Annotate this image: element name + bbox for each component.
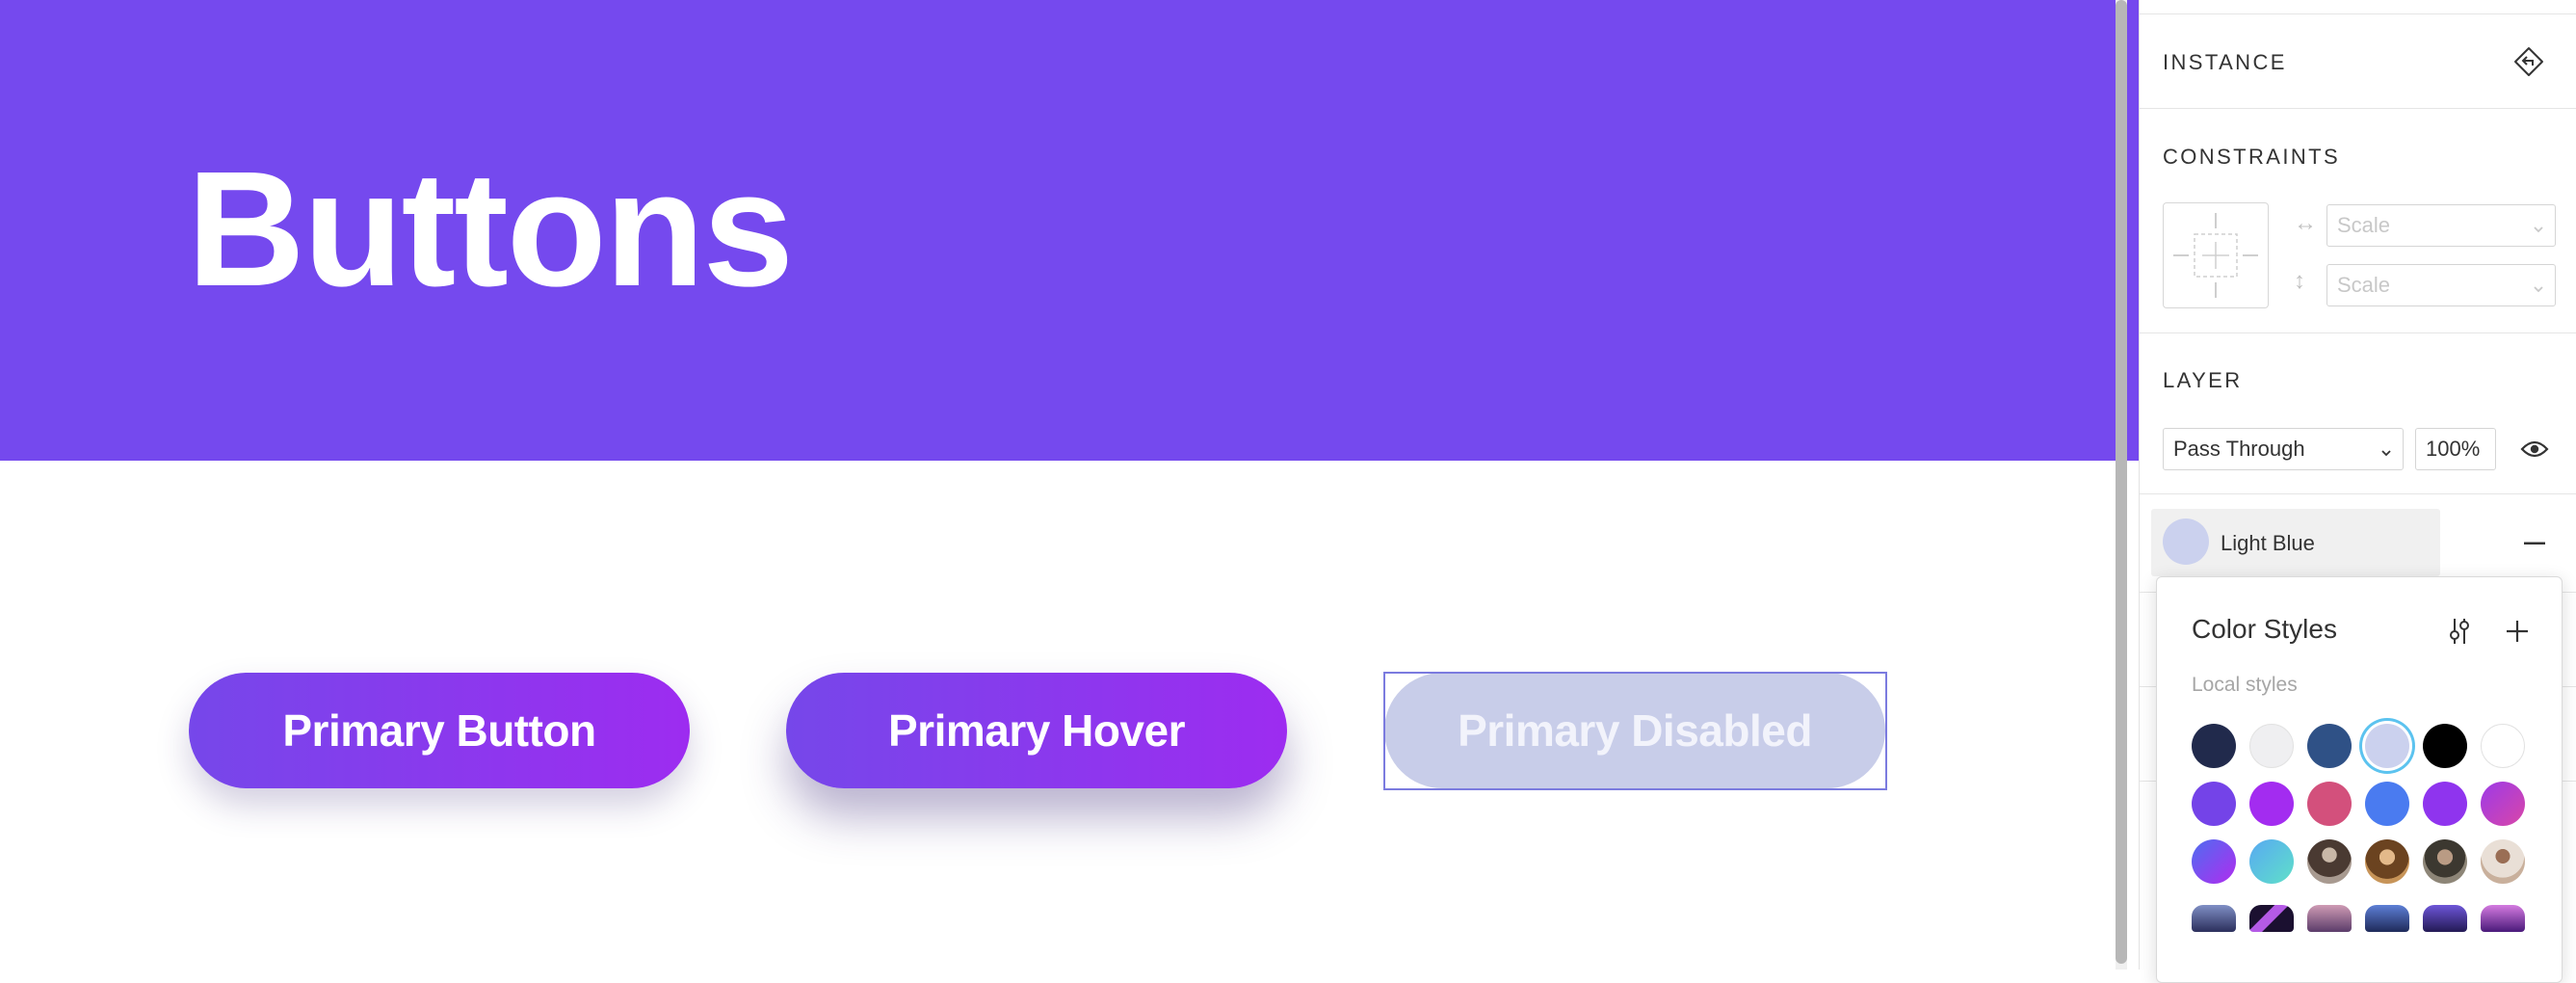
horizontal-constraint-icon: ↔ [2294, 210, 2317, 236]
vertical-constraint-icon: ↕ [2294, 268, 2305, 294]
opacity-input[interactable]: 100% [2415, 428, 2496, 470]
color-style-swatch-black[interactable] [2423, 724, 2467, 768]
color-style-swatch-violet[interactable] [2249, 782, 2294, 826]
image-style-4-icon[interactable] [2365, 905, 2409, 932]
color-style-swatch-purple-2[interactable] [2423, 782, 2467, 826]
remove-fill-icon[interactable] [2513, 532, 2556, 555]
local-styles-label: Local styles [2192, 674, 2298, 696]
add-style-icon[interactable] [2500, 614, 2535, 649]
page-title: Buttons [187, 138, 794, 321]
blend-mode-dropdown[interactable]: Pass Through [2163, 428, 2404, 470]
opacity-value: 100% [2426, 437, 2481, 461]
constraints-section-title: CONSTRAINTS [2163, 145, 2341, 169]
color-style-swatch-dark-navy[interactable] [2192, 724, 2236, 768]
gradient-style-swatch-blue-teal[interactable] [2249, 839, 2294, 884]
image-style-2-icon[interactable] [2249, 905, 2294, 932]
color-style-swatch-pink[interactable] [2307, 782, 2352, 826]
horizontal-constraint-value: Scale [2337, 213, 2391, 237]
color-style-swatch-light-gray[interactable] [2249, 724, 2294, 768]
color-style-swatch-blue[interactable] [2365, 782, 2409, 826]
instance-section-title: INSTANCE [2163, 50, 2287, 74]
constraints-widget[interactable] [2163, 202, 2269, 308]
horizontal-constraint-dropdown[interactable]: Scale [2326, 204, 2556, 247]
hero-banner[interactable]: Buttons [0, 0, 2139, 461]
color-style-swatch-light-blue-selected[interactable] [2365, 724, 2409, 768]
portrait-photo-2-icon[interactable] [2365, 839, 2409, 884]
color-styles-popover: Color Styles Local styles [2156, 576, 2563, 983]
divider [2140, 332, 2576, 333]
detach-instance-icon[interactable] [2510, 42, 2548, 81]
vertical-constraint-dropdown[interactable]: Scale [2326, 264, 2556, 306]
chevron-down-icon [2532, 277, 2545, 302]
adjust-styles-icon[interactable] [2442, 614, 2477, 649]
selection-outline [1383, 672, 1887, 790]
portrait-photo-1-icon[interactable] [2307, 839, 2352, 884]
color-style-swatch-purple[interactable] [2192, 782, 2236, 826]
eye-icon[interactable] [2515, 434, 2554, 465]
portrait-photo-4-icon[interactable] [2481, 839, 2525, 884]
primary-hover-button[interactable]: Primary Hover [786, 673, 1287, 788]
blend-mode-value: Pass Through [2173, 437, 2305, 461]
image-style-6-icon[interactable] [2481, 905, 2525, 932]
image-style-3-icon[interactable] [2307, 905, 2352, 932]
portrait-photo-3-icon[interactable] [2423, 839, 2467, 884]
color-style-swatch-magenta-gradient[interactable] [2481, 782, 2525, 826]
chevron-down-icon [2532, 217, 2545, 242]
canvas-scrollbar-thumb[interactable] [2116, 0, 2127, 964]
chevron-down-icon [2379, 440, 2393, 465]
divider [2140, 108, 2576, 109]
divider [2140, 13, 2576, 14]
fill-style-name: Light Blue [2221, 531, 2315, 555]
primary-button[interactable]: Primary Button [189, 673, 690, 788]
image-style-1-icon[interactable] [2192, 905, 2236, 932]
divider [2140, 493, 2576, 494]
color-styles-title: Color Styles [2192, 614, 2337, 644]
fill-color-swatch[interactable] [2163, 518, 2209, 565]
gradient-style-swatch-purple-blue[interactable] [2192, 839, 2236, 884]
vertical-constraint-value: Scale [2337, 273, 2391, 297]
image-style-5-icon[interactable] [2423, 905, 2467, 932]
color-style-swatch-steel-blue[interactable] [2307, 724, 2352, 768]
color-style-swatch-white[interactable] [2481, 724, 2525, 768]
design-canvas[interactable]: Buttons Primary Button Primary Hover Pri… [0, 0, 2139, 970]
layer-section-title: LAYER [2163, 368, 2243, 392]
